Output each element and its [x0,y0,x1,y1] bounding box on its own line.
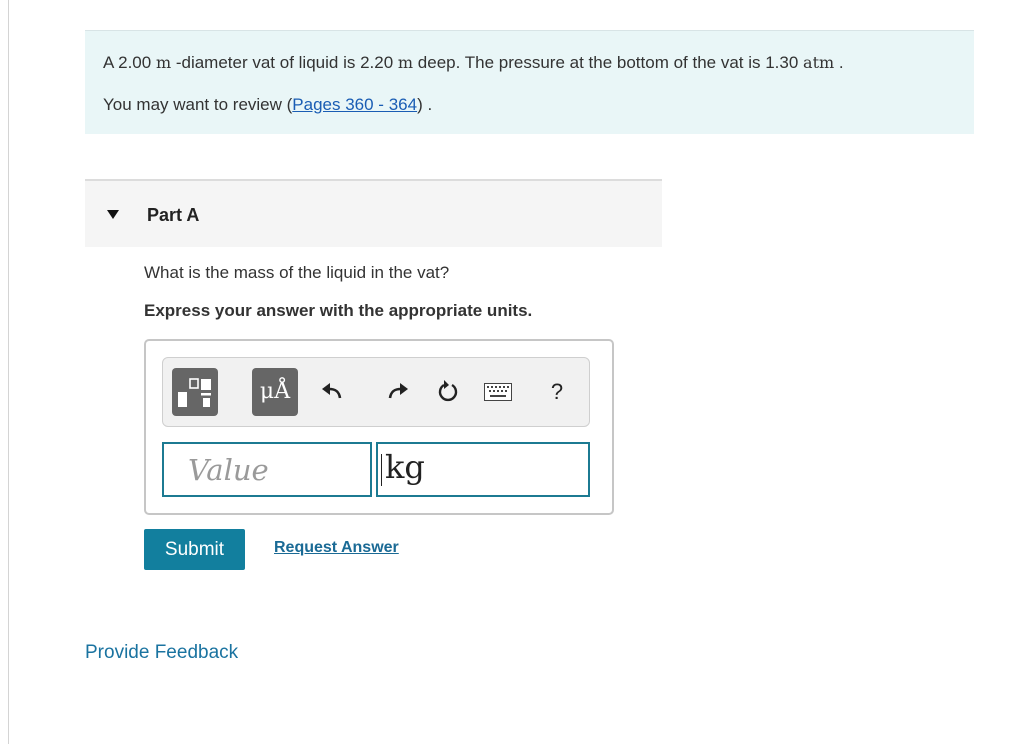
review-note: You may want to review (Pages 360 - 364)… [103,95,433,114]
problem-statement: A 2.00 m -diameter vat of liquid is 2.20… [85,30,974,134]
units-button[interactable]: μÅ [252,368,298,416]
reset-icon [438,380,458,402]
help-icon[interactable]: ? [540,372,574,412]
review-pages-link[interactable]: Pages 360 - 364 [292,95,417,114]
problem-text: A 2.00 m -diameter vat of liquid is 2.20… [103,53,844,72]
depth-unit: m [397,53,414,72]
units-input[interactable]: kg [376,442,590,497]
value-input[interactable] [162,442,372,497]
provide-feedback-link[interactable]: Provide Feedback [85,642,238,664]
units-value: kg [385,448,425,486]
undo-button[interactable] [315,372,349,412]
pressure-unit: atm [803,53,835,72]
redo-icon [388,383,408,399]
answer-box: μÅ ? Value kg [144,339,614,515]
collapse-caret-icon[interactable] [107,210,119,219]
part-a-header[interactable]: Part A [85,179,662,247]
reset-button[interactable] [431,372,465,412]
left-divider [8,0,9,744]
keyboard-button[interactable] [481,372,515,412]
keyboard-icon [484,383,512,401]
instruction-text: Express your answer with the appropriate… [144,301,533,320]
diameter-unit: m [155,53,172,72]
text-cursor [381,454,382,486]
request-answer-link[interactable]: Request Answer [274,539,399,557]
part-title: Part A [147,205,200,225]
question-text: What is the mass of the liquid in the va… [144,263,450,282]
templates-button[interactable] [172,368,218,416]
undo-icon [322,383,342,399]
math-toolbar: μÅ ? [162,357,590,427]
submit-button[interactable]: Submit [144,529,245,570]
templates-icon [178,378,211,407]
redo-button[interactable] [381,372,415,412]
